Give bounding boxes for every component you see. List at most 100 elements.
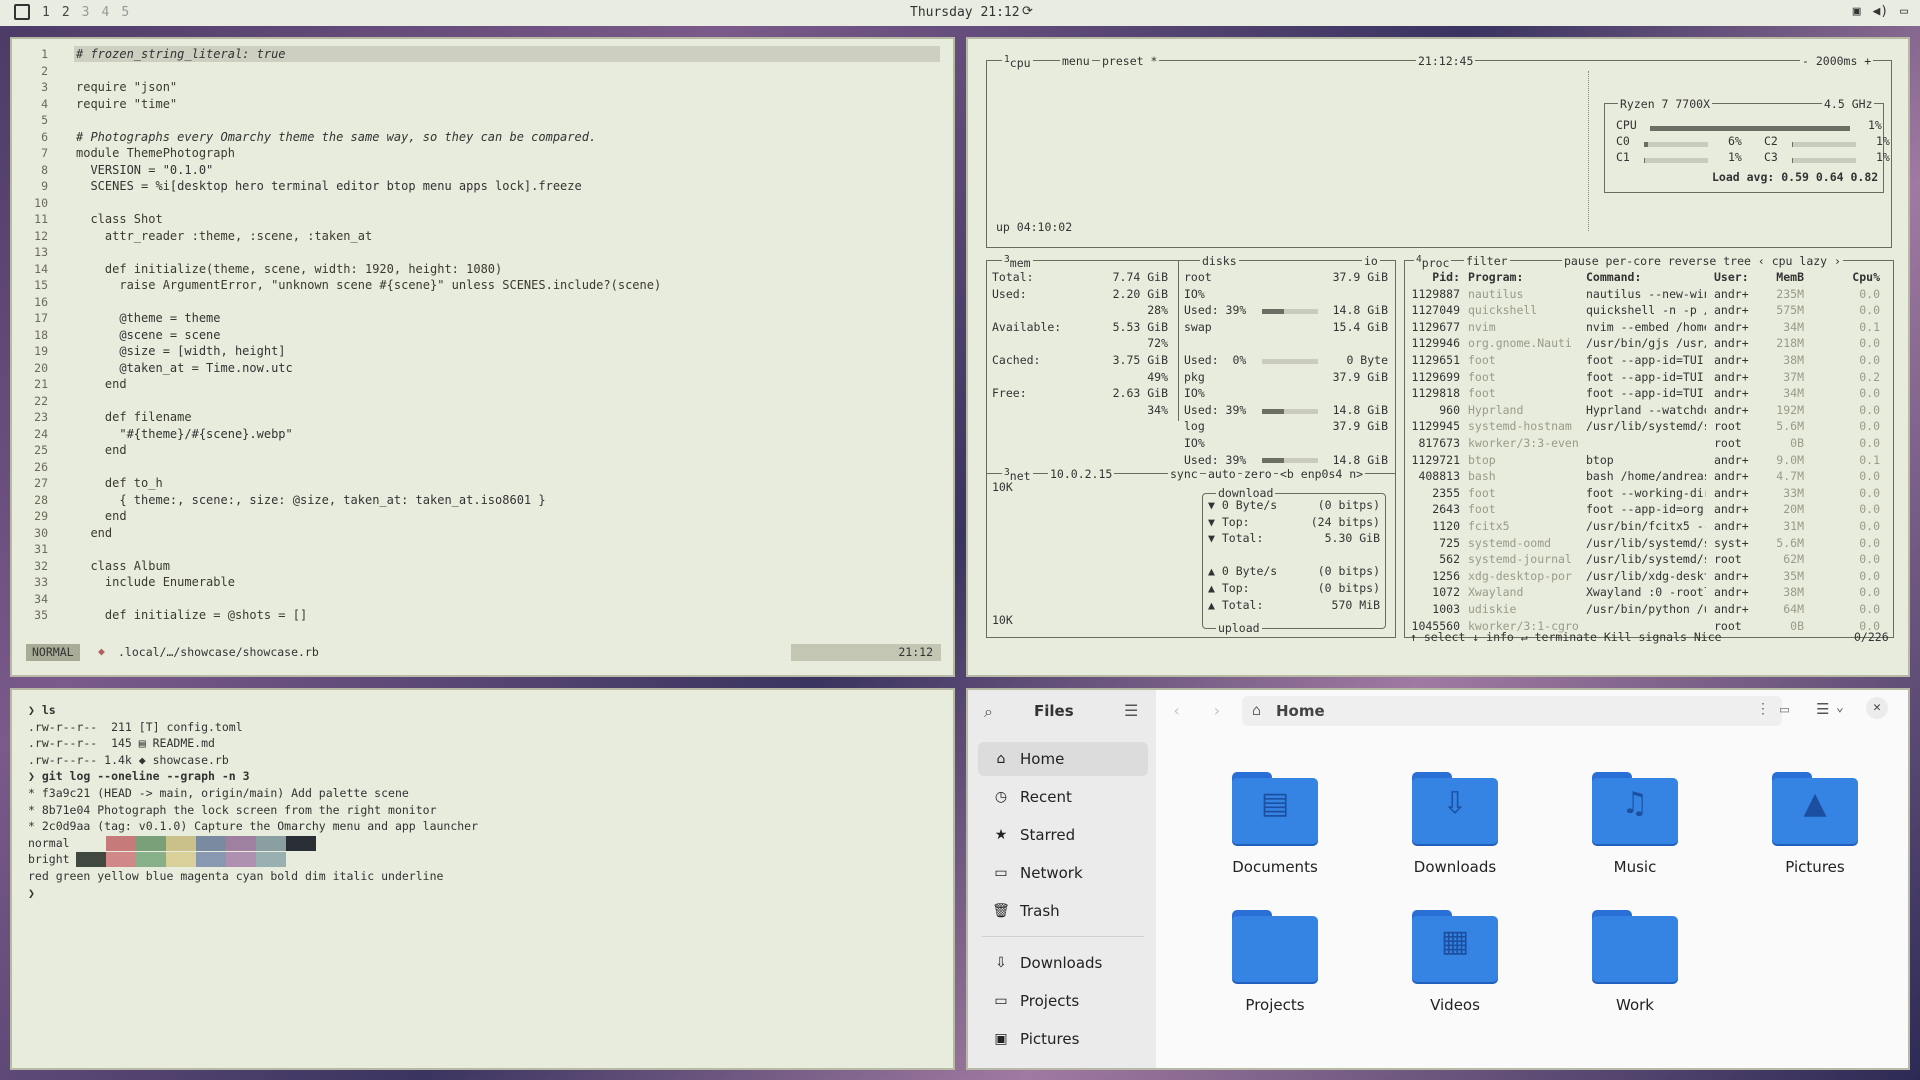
palette-swatch [196,835,226,851]
sidebar-item-trash[interactable]: 🗑 Trash [978,894,1148,928]
code-line[interactable]: 7 module ThemePhotograph [12,145,953,162]
code-line[interactable]: 17 @theme = theme [12,310,953,327]
proc-header[interactable]: MemB [1758,269,1804,286]
proc-header[interactable]: User: [1714,269,1756,286]
folder-downloads[interactable]: ⇩ Downloads [1395,772,1515,876]
code-line[interactable]: 34 [12,591,953,608]
workspace-3[interactable]: 3 [82,5,90,20]
code-line[interactable]: 6 # Photographs every Omarchy theme the s… [12,129,953,146]
sidebar-item-projects[interactable]: ▭ Projects [978,984,1148,1018]
code-line[interactable]: 28 { theme:, scene:, size: @size, taken_… [12,492,953,509]
forward-icon[interactable]: › [1212,701,1222,720]
interval-control[interactable]: - 2000ms + [1800,54,1874,68]
code-line[interactable]: 29 end [12,508,953,525]
workspace-icon[interactable] [14,4,30,20]
files-window[interactable]: ⌕ Files ☰ ⌂ Home ◷ Recent ★ Starred ▭ Network 🗑 T… [966,688,1910,1070]
io-toggle[interactable]: io [1362,254,1380,268]
close-icon[interactable]: ✕ [1866,697,1888,719]
code-line[interactable]: 30 end [12,525,953,542]
back-icon[interactable]: ‹ [1172,701,1182,720]
folder-music[interactable]: ♫ Music [1575,772,1695,876]
workspace-1[interactable]: 1 [42,5,50,20]
sidebar-item-label: Network [1020,864,1083,882]
code-line[interactable]: 26 [12,459,953,476]
proc-cell: Hyprland [1468,402,1524,417]
workspace-4[interactable]: 4 [101,5,109,20]
net-zero[interactable]: zero [1242,467,1274,481]
code-line[interactable]: 1 # frozen_string_literal: true [12,46,953,63]
editor-window[interactable]: 1 # frozen_string_literal: true 2 3 require … [10,37,955,677]
sidebar-item-pictures[interactable]: ▣ Pictures [978,1022,1148,1056]
code-line[interactable]: 3 require "json" [12,79,953,96]
code-line[interactable]: 20 @taken_at = Time.now.utc [12,360,953,377]
folder-projects[interactable]: Projects [1215,910,1335,1014]
code-line[interactable]: 33 include Enumerable [12,574,953,591]
proc-footer[interactable]: ↑ select ↓ info ↵ terminate Kill signals… [1410,629,1722,646]
code-line[interactable]: 12 attr_reader :theme, :scene, :taken_at [12,228,953,245]
code-line[interactable]: 9 SCENES = %i[desktop hero terminal edit… [12,178,953,195]
net-auto[interactable]: auto [1206,467,1238,481]
net-stat-value: (24 bitps) [1310,514,1380,529]
refresh-icon[interactable]: ⟳ [1022,4,1033,19]
sidebar-item-downloads[interactable]: ⇩ Downloads [978,946,1148,980]
screen-icon[interactable]: ▣ [1853,4,1861,19]
clock[interactable]: Thursday 21:12 [910,5,1020,20]
proc-cell: 1003 [1432,602,1460,616]
view-options-icon[interactable]: ⌄ [1836,700,1844,715]
code-line[interactable]: 10 [12,195,953,212]
path-bar[interactable]: ⌂ Home ⋮ [1242,696,1782,726]
code-line[interactable]: 21 end [12,376,953,393]
net-sync[interactable]: sync [1168,467,1200,481]
btop-window[interactable]: 1cpu menu preset * 21:12:45 - 2000ms + u… [966,37,1910,677]
proc-header[interactable]: Cpu% [1840,269,1880,286]
code-line[interactable]: 22 [12,393,953,410]
sidebar-item-recent[interactable]: ◷ Recent [978,780,1148,814]
sidebar-item-starred[interactable]: ★ Starred [978,818,1148,852]
proc-header[interactable]: Program: [1468,269,1578,286]
code-line[interactable]: 15 raise ArgumentError, "unknown scene #… [12,277,953,294]
proc-header[interactable]: Command: [1586,269,1706,286]
code-line[interactable]: 19 @size = [width, height] [12,343,953,360]
proc-cell: 0.1 [1859,452,1880,467]
folder-pictures[interactable]: ▲ Pictures [1755,772,1875,876]
code-line[interactable]: 31 [12,541,953,558]
proc-filter[interactable]: filter [1464,254,1510,268]
code-line[interactable]: 8 VERSION = "0.1.0" [12,162,953,179]
preset-button[interactable]: preset * [1100,54,1160,68]
code-line[interactable]: 25 end [12,442,953,459]
code-line[interactable]: 16 [12,294,953,311]
menu-icon[interactable]: ☰ [1124,701,1138,720]
code-line[interactable]: 18 @scene = scene [12,327,953,344]
proc-header[interactable]: Pid: [1408,269,1460,286]
terminal-window[interactable]: ❯ ls .rw-r--r-- 211 [T] config.toml .rw-r-… [10,688,955,1070]
workspace-5[interactable]: 5 [121,5,129,20]
code-line[interactable]: 23 def filename [12,409,953,426]
volume-icon[interactable]: ◀) [1873,4,1889,19]
search-icon[interactable]: ⌕ [984,702,993,722]
new-folder-icon[interactable]: ▭ [1780,700,1789,718]
code-line[interactable]: 4 require "time" [12,96,953,113]
sidebar-item-network[interactable]: ▭ Network [978,856,1148,890]
workspace-2[interactable]: 2 [62,5,70,20]
code-line[interactable]: 2 [12,63,953,80]
code-line[interactable]: 11 class Shot [12,211,953,228]
sidebar-item-home[interactable]: ⌂ Home [978,742,1148,776]
folder-videos[interactable]: ▦ Videos [1395,910,1515,1014]
display-icon[interactable]: ▭ [1900,4,1908,19]
folder-documents[interactable]: ▤ Documents [1215,772,1335,876]
code-line[interactable]: 5 [12,112,953,129]
proc-options[interactable]: pause per-core reverse tree ‹ cpu lazy › [1562,254,1843,268]
more-icon[interactable]: ⋮ [1756,701,1770,717]
menu-button[interactable]: menu [1060,54,1092,68]
net-iface[interactable]: <b enp0s4 n> [1278,467,1366,481]
cpu-tab[interactable]: 1cpu [1002,54,1033,70]
code-line[interactable]: 32 class Album [12,558,953,575]
code-line[interactable]: 13 [12,244,953,261]
net-stat-value: (0 bitps) [1317,498,1380,512]
view-list-icon[interactable]: ☰ [1816,700,1829,718]
code-line[interactable]: 35 def initialize = @shots = [] [12,607,953,624]
folder-work[interactable]: Work [1575,910,1695,1014]
code-line[interactable]: 27 def to_h [12,475,953,492]
code-line[interactable]: 24 "#{theme}/#{scene}.webp" [12,426,953,443]
code-line[interactable]: 14 def initialize(theme, scene, width: 1… [12,261,953,278]
